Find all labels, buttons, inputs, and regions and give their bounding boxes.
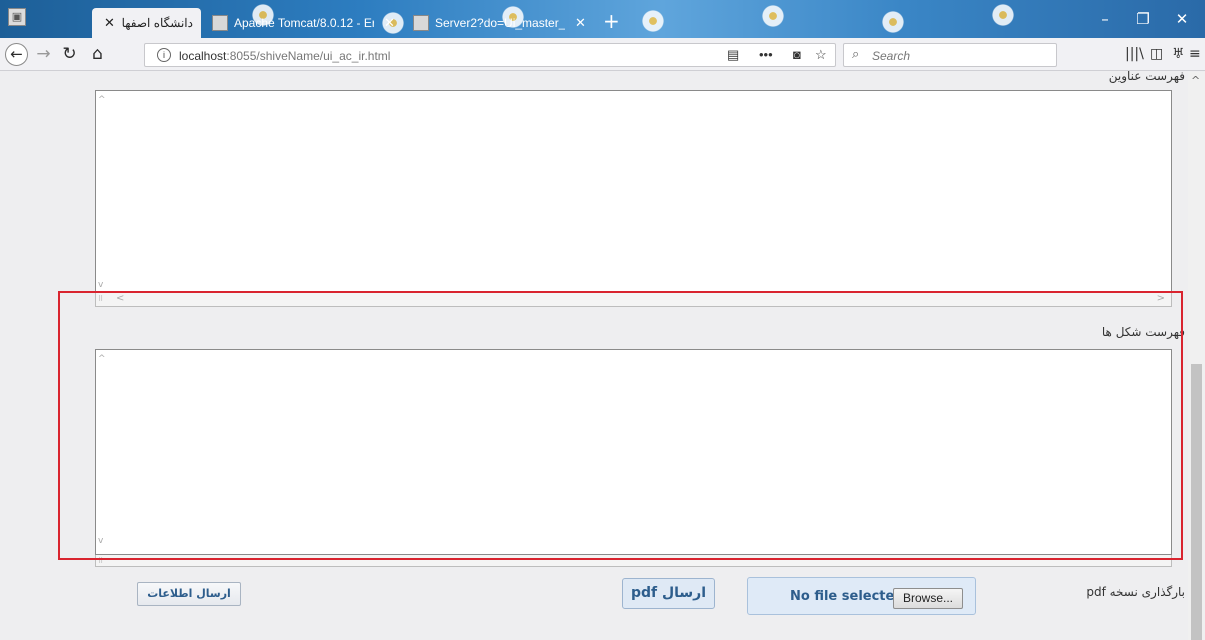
- back-button[interactable]: ←: [5, 43, 28, 66]
- scroll-up-icon[interactable]: ^: [98, 354, 106, 364]
- figures-horizontal-scrollbar[interactable]: ⠿: [95, 555, 1172, 567]
- extension-icon[interactable]: ♅: [1172, 46, 1185, 62]
- resize-grip-icon[interactable]: ⠿: [98, 295, 103, 303]
- scroll-right-icon[interactable]: >: [1157, 293, 1165, 304]
- tab-server2[interactable]: Server2?do=Ui_master_fa.refre ✕: [405, 8, 595, 38]
- address-bar[interactable]: i localhost:8055/shiveName/ui_ac_ir.html…: [144, 43, 836, 67]
- titles-horizontal-scrollbar[interactable]: ⠿ < >: [95, 293, 1172, 307]
- sidebar-icon[interactable]: ◫: [1150, 46, 1163, 62]
- pocket-icon[interactable]: ◙: [793, 47, 801, 62]
- decorative-flower: [880, 9, 906, 35]
- page-actions-icon[interactable]: •••: [759, 47, 773, 62]
- scrollbar-thumb[interactable]: [1191, 364, 1202, 640]
- page-vertical-scrollbar[interactable]: ^: [1188, 72, 1205, 640]
- titles-list-label: فهرست عناوين: [1108, 69, 1185, 83]
- new-tab-button[interactable]: +: [603, 10, 620, 32]
- decorative-flower: [990, 2, 1016, 28]
- search-input[interactable]: ⌕ Search: [843, 43, 1057, 67]
- figures-list-label: فهرست شکل ها: [1101, 325, 1185, 339]
- close-window-button[interactable]: ✕: [1167, 8, 1197, 30]
- close-tab-icon[interactable]: ✕: [104, 15, 115, 31]
- search-icon: ⌕: [852, 47, 860, 62]
- file-status-text: No file selected.: [790, 589, 909, 604]
- figures-list-textarea[interactable]: ^ v: [95, 349, 1172, 555]
- reader-view-icon[interactable]: ▤: [727, 47, 739, 63]
- decorative-flower: [760, 3, 786, 29]
- page-favicon-icon: [413, 15, 429, 31]
- file-upload-field[interactable]: No file selected. Browse...: [747, 577, 976, 615]
- decorative-flower: [640, 8, 666, 34]
- scroll-up-icon[interactable]: ^: [98, 95, 106, 105]
- url-path: :8055/shiveName/ui_ac_ir.html: [226, 49, 391, 63]
- page-favicon-icon: [212, 15, 228, 31]
- restore-button[interactable]: ❐: [1128, 8, 1158, 30]
- tab-label: Apache Tomcat/8.0.12 - Error r: [234, 16, 374, 30]
- titles-list-textarea[interactable]: ^ v: [95, 90, 1172, 293]
- library-icon[interactable]: |||\: [1125, 46, 1144, 62]
- close-tab-icon[interactable]: ✕: [575, 15, 586, 31]
- submit-info-button[interactable]: ارسال اطلاعات: [137, 582, 241, 606]
- forward-button[interactable]: →: [32, 43, 55, 66]
- send-pdf-button[interactable]: ارسال pdf: [622, 578, 715, 609]
- tab-label: دانشگاه اصفهان: [121, 16, 193, 30]
- bookmark-star-icon[interactable]: ☆: [815, 47, 827, 63]
- tab-label: Server2?do=Ui_master_fa.refre: [435, 16, 565, 30]
- tab-university[interactable]: ✕ دانشگاه اصفهان: [92, 8, 201, 38]
- menu-icon[interactable]: ≡: [1189, 46, 1201, 62]
- resize-grip-icon[interactable]: ⠿: [98, 557, 103, 565]
- upload-pdf-label: بارگذاری نسخه pdf: [1086, 585, 1185, 599]
- scroll-up-icon[interactable]: ^: [1191, 74, 1200, 87]
- browse-button[interactable]: Browse...: [893, 588, 963, 609]
- page-content: فهرست عناوين ^ v ⠿ < > فهرست شکل ها ^ v …: [0, 69, 1205, 640]
- window-menu-icon[interactable]: ▣: [8, 8, 26, 26]
- close-tab-icon[interactable]: ✕: [384, 15, 395, 31]
- scroll-left-icon[interactable]: <: [116, 293, 124, 304]
- reload-button[interactable]: ↻: [58, 43, 81, 66]
- browser-toolbar: ← → ↻ ⌂ i localhost:8055/shiveName/ui_ac…: [0, 38, 1205, 71]
- tab-tomcat-error[interactable]: Apache Tomcat/8.0.12 - Error r ✕: [204, 8, 404, 38]
- home-button[interactable]: ⌂: [86, 43, 109, 66]
- minimize-button[interactable]: –: [1090, 8, 1120, 30]
- search-placeholder: Search: [872, 49, 911, 63]
- url-host: localhost: [179, 49, 227, 63]
- scroll-down-icon[interactable]: v: [98, 280, 103, 290]
- site-info-icon[interactable]: i: [157, 48, 171, 62]
- scroll-down-icon[interactable]: v: [98, 536, 103, 546]
- url-text: localhost:8055/shiveName/ui_ac_ir.html: [179, 49, 390, 63]
- browser-titlebar: ▣ ✕ دانشگاه اصفهان Apache Tomcat/8.0.12 …: [0, 0, 1205, 38]
